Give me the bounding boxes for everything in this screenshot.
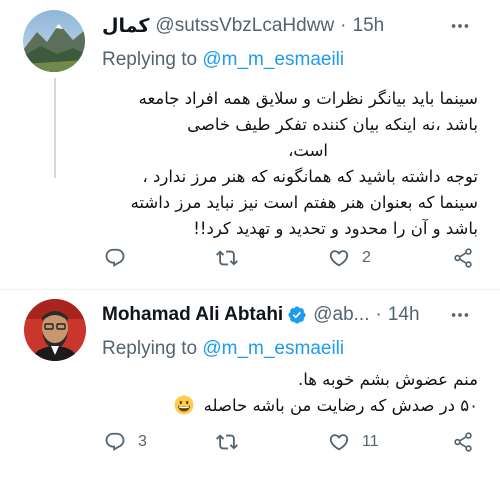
like-count: 2 — [362, 249, 371, 266]
handle[interactable]: @ab... — [313, 304, 369, 326]
reply-icon — [105, 248, 125, 267]
like-count: 11 — [362, 433, 379, 450]
tweet-text-line: ۵۰ در صدش که رضایت من باشه حاصله — [203, 396, 478, 415]
share-icon — [454, 248, 472, 268]
retweet-icon — [216, 434, 238, 450]
share-button[interactable] — [452, 424, 474, 460]
tweet-text-line: توجه داشته باشید که همانگونه که هنر مرز … — [142, 167, 478, 186]
reply-button[interactable]: 3 — [104, 424, 147, 460]
tweet-actions: 2 — [100, 240, 480, 276]
tweet-text-line: باشد ،نه اینکه بیان کننده تفکر طیف خاصی — [187, 115, 478, 134]
avatar-image — [24, 299, 86, 361]
tweet-text: سینما باید بیانگر نظرات و سلایق همه افرا… — [110, 86, 478, 242]
tweet-header: کمال @sutssVbzLcaHdww · 15h — [102, 14, 440, 38]
display-name[interactable]: کمال — [102, 15, 149, 38]
tweet-text-line: منم عضوش بشم خوبه ها. — [297, 370, 478, 389]
avatar-image — [23, 10, 85, 72]
retweet-icon — [216, 250, 238, 266]
tweet-text-line: است، — [288, 141, 328, 160]
more-options-icon[interactable] — [442, 297, 478, 333]
avatar[interactable] — [23, 10, 85, 72]
timestamp[interactable]: 14h — [388, 304, 420, 326]
replying-to-label: Replying to — [102, 49, 198, 70]
separator-dot: · — [340, 15, 347, 36]
avatar[interactable] — [24, 299, 86, 361]
display-name[interactable]: Mohamad Ali Abtahi — [102, 304, 283, 326]
tweet-actions: 3 11 — [100, 424, 480, 460]
verified-badge-icon — [287, 305, 307, 325]
reply-icon — [105, 432, 125, 451]
share-icon — [454, 432, 472, 452]
timestamp[interactable]: 15h — [353, 15, 385, 37]
handle[interactable]: @sutssVbzLcaHdww — [155, 15, 334, 37]
reply-button[interactable] — [104, 240, 138, 276]
tweet-text-line: سینما که بعنوان هنر هفتم است نیز نباید م… — [130, 193, 478, 212]
retweet-button[interactable] — [216, 240, 250, 276]
share-button[interactable] — [452, 240, 474, 276]
more-options-icon[interactable] — [442, 8, 478, 44]
heart-icon — [329, 434, 349, 451]
tweet-header: Mohamad Ali Abtahi @ab... · 14h — [102, 303, 440, 327]
separator-dot: · — [375, 304, 382, 325]
replying-to-label: Replying to — [102, 338, 198, 359]
tweet-text-line: باشد و آن را محدود و تحدید و تهدید کرد!! — [193, 219, 478, 238]
grinning-face-emoji — [174, 395, 194, 415]
replying-to-mention[interactable]: @m_m_esmaeili — [202, 49, 344, 70]
tweet[interactable]: کمال @sutssVbzLcaHdww · 15h Replying to … — [0, 0, 500, 289]
tweet-text-line-with-emoji: ۵۰ در صدش که رضایت من باشه حاصله — [174, 393, 478, 419]
thread-line — [54, 78, 56, 178]
tweet[interactable]: Mohamad Ali Abtahi @ab... · 14h Replying… — [0, 289, 500, 483]
like-button[interactable]: 2 — [328, 240, 371, 276]
tweet-text-line: سینما باید بیانگر نظرات و سلایق همه افرا… — [138, 89, 478, 108]
replying-to: Replying to @m_m_esmaeili — [102, 49, 344, 71]
reply-count: 3 — [138, 433, 147, 450]
tweet-text: منم عضوش بشم خوبه ها. ۵۰ در صدش که رضایت… — [174, 367, 478, 419]
like-button[interactable]: 11 — [328, 424, 379, 460]
replying-to-mention[interactable]: @m_m_esmaeili — [202, 338, 344, 359]
retweet-button[interactable] — [216, 424, 250, 460]
replying-to: Replying to @m_m_esmaeili — [102, 338, 344, 360]
heart-icon — [329, 250, 349, 267]
